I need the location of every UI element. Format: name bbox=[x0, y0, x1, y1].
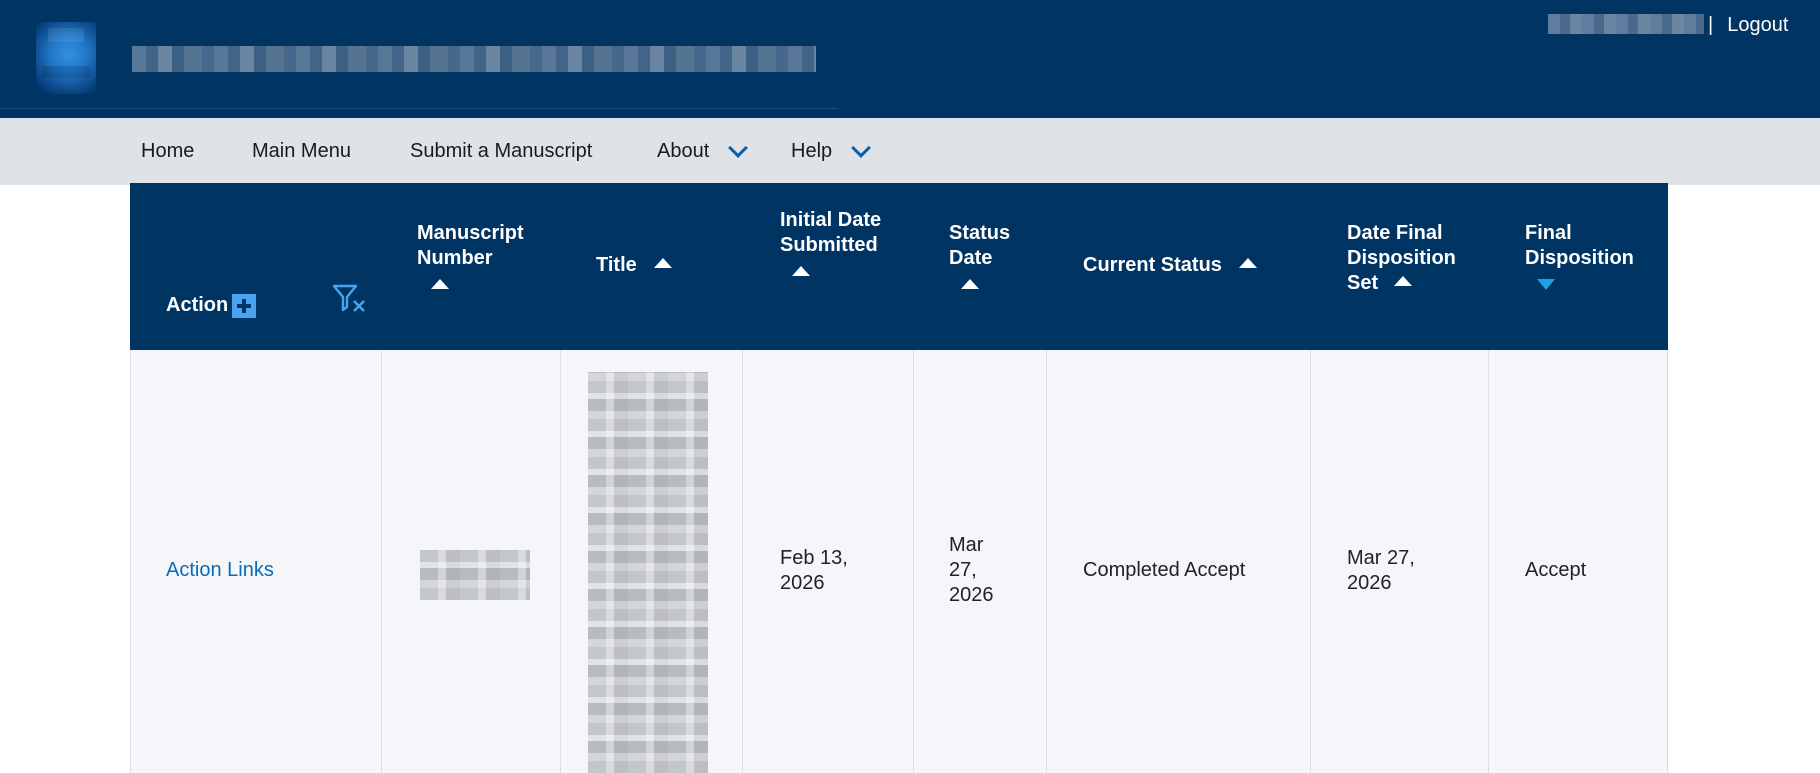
header-divider bbox=[0, 108, 838, 109]
date-line: 2026 bbox=[949, 584, 994, 606]
nav-item-label: Home bbox=[141, 140, 195, 162]
date-line: Feb 13, bbox=[780, 547, 848, 569]
date-line: Mar bbox=[949, 534, 984, 556]
table-header: Action Manuscript Number Title Initial D… bbox=[130, 183, 1668, 350]
nav-item-main-menu[interactable]: Main Menu bbox=[252, 118, 351, 185]
nav-item-submit-manuscript[interactable]: Submit a Manuscript bbox=[410, 118, 592, 185]
sort-asc-icon[interactable] bbox=[792, 266, 810, 276]
sort-asc-icon[interactable] bbox=[1393, 276, 1412, 286]
main-nav: Home Main Menu Submit a Manuscript About… bbox=[0, 118, 1820, 185]
column-divider bbox=[1667, 350, 1668, 773]
manuscript-number-redacted bbox=[420, 550, 530, 600]
title-redacted bbox=[588, 372, 708, 773]
column-divider bbox=[1310, 350, 1311, 773]
plus-icon[interactable] bbox=[232, 293, 257, 318]
nav-item-about[interactable]: About bbox=[657, 118, 749, 185]
sort-asc-icon[interactable] bbox=[654, 258, 673, 268]
logout-link[interactable]: Logout bbox=[1727, 14, 1788, 37]
column-label: Manuscript Number bbox=[417, 222, 524, 269]
sort-asc-icon[interactable] bbox=[961, 279, 979, 289]
nav-item-label: Main Menu bbox=[252, 140, 351, 162]
column-divider bbox=[130, 350, 131, 773]
status-date-cell: Mar 27, 2026 bbox=[949, 533, 994, 608]
sort-asc-icon[interactable] bbox=[1239, 258, 1258, 268]
action-links-link[interactable]: Action Links bbox=[166, 558, 274, 583]
date-line: 2026 bbox=[780, 572, 825, 594]
nav-item-help[interactable]: Help bbox=[791, 118, 872, 185]
column-divider bbox=[913, 350, 914, 773]
column-divider bbox=[381, 350, 382, 773]
chevron-down-icon[interactable] bbox=[728, 137, 749, 158]
sort-desc-icon[interactable] bbox=[1537, 279, 1555, 290]
current-status-cell: Completed Accept bbox=[1083, 559, 1246, 581]
user-name-redacted bbox=[1548, 14, 1704, 34]
date-final-disposition-set-cell: Mar 27, 2026 bbox=[1347, 546, 1415, 596]
date-line: 2026 bbox=[1347, 572, 1392, 594]
nav-item-label: Help bbox=[791, 140, 833, 162]
nav-item-label: Submit a Manuscript bbox=[410, 140, 593, 162]
final-disposition-cell: Accept bbox=[1525, 559, 1587, 581]
column-divider bbox=[1488, 350, 1489, 773]
date-line: Mar 27, bbox=[1347, 547, 1415, 569]
table-body: Action Links Feb 13, 2026 Mar 27, 2026 C… bbox=[130, 350, 1668, 773]
site-header: | Logout bbox=[0, 0, 1820, 118]
manuscripts-table: Action Manuscript Number Title Initial D… bbox=[130, 183, 1668, 773]
column-label: Status Date bbox=[949, 222, 1011, 269]
column-label: Title bbox=[596, 254, 637, 276]
column-label: Action bbox=[166, 294, 229, 316]
column-label: Initial Date Submitted bbox=[780, 209, 882, 256]
header-links: | Logout bbox=[1708, 12, 1788, 38]
header-separator: | bbox=[1708, 13, 1714, 36]
clear-filter-icon[interactable] bbox=[332, 283, 368, 315]
chevron-down-icon[interactable] bbox=[851, 137, 872, 158]
initial-date-submitted-cell: Feb 13, 2026 bbox=[780, 546, 848, 596]
nav-item-label: About bbox=[657, 140, 710, 162]
column-label: Current Status bbox=[1083, 254, 1222, 276]
column-label: Final Disposition bbox=[1525, 222, 1634, 269]
column-divider bbox=[560, 350, 561, 773]
date-line: 27, bbox=[949, 559, 977, 581]
sort-asc-icon[interactable] bbox=[431, 279, 449, 289]
column-divider bbox=[1046, 350, 1047, 773]
journal-logo[interactable] bbox=[36, 22, 96, 94]
journal-title-redacted bbox=[132, 46, 816, 72]
column-divider bbox=[742, 350, 743, 773]
nav-item-home[interactable]: Home bbox=[141, 118, 194, 185]
